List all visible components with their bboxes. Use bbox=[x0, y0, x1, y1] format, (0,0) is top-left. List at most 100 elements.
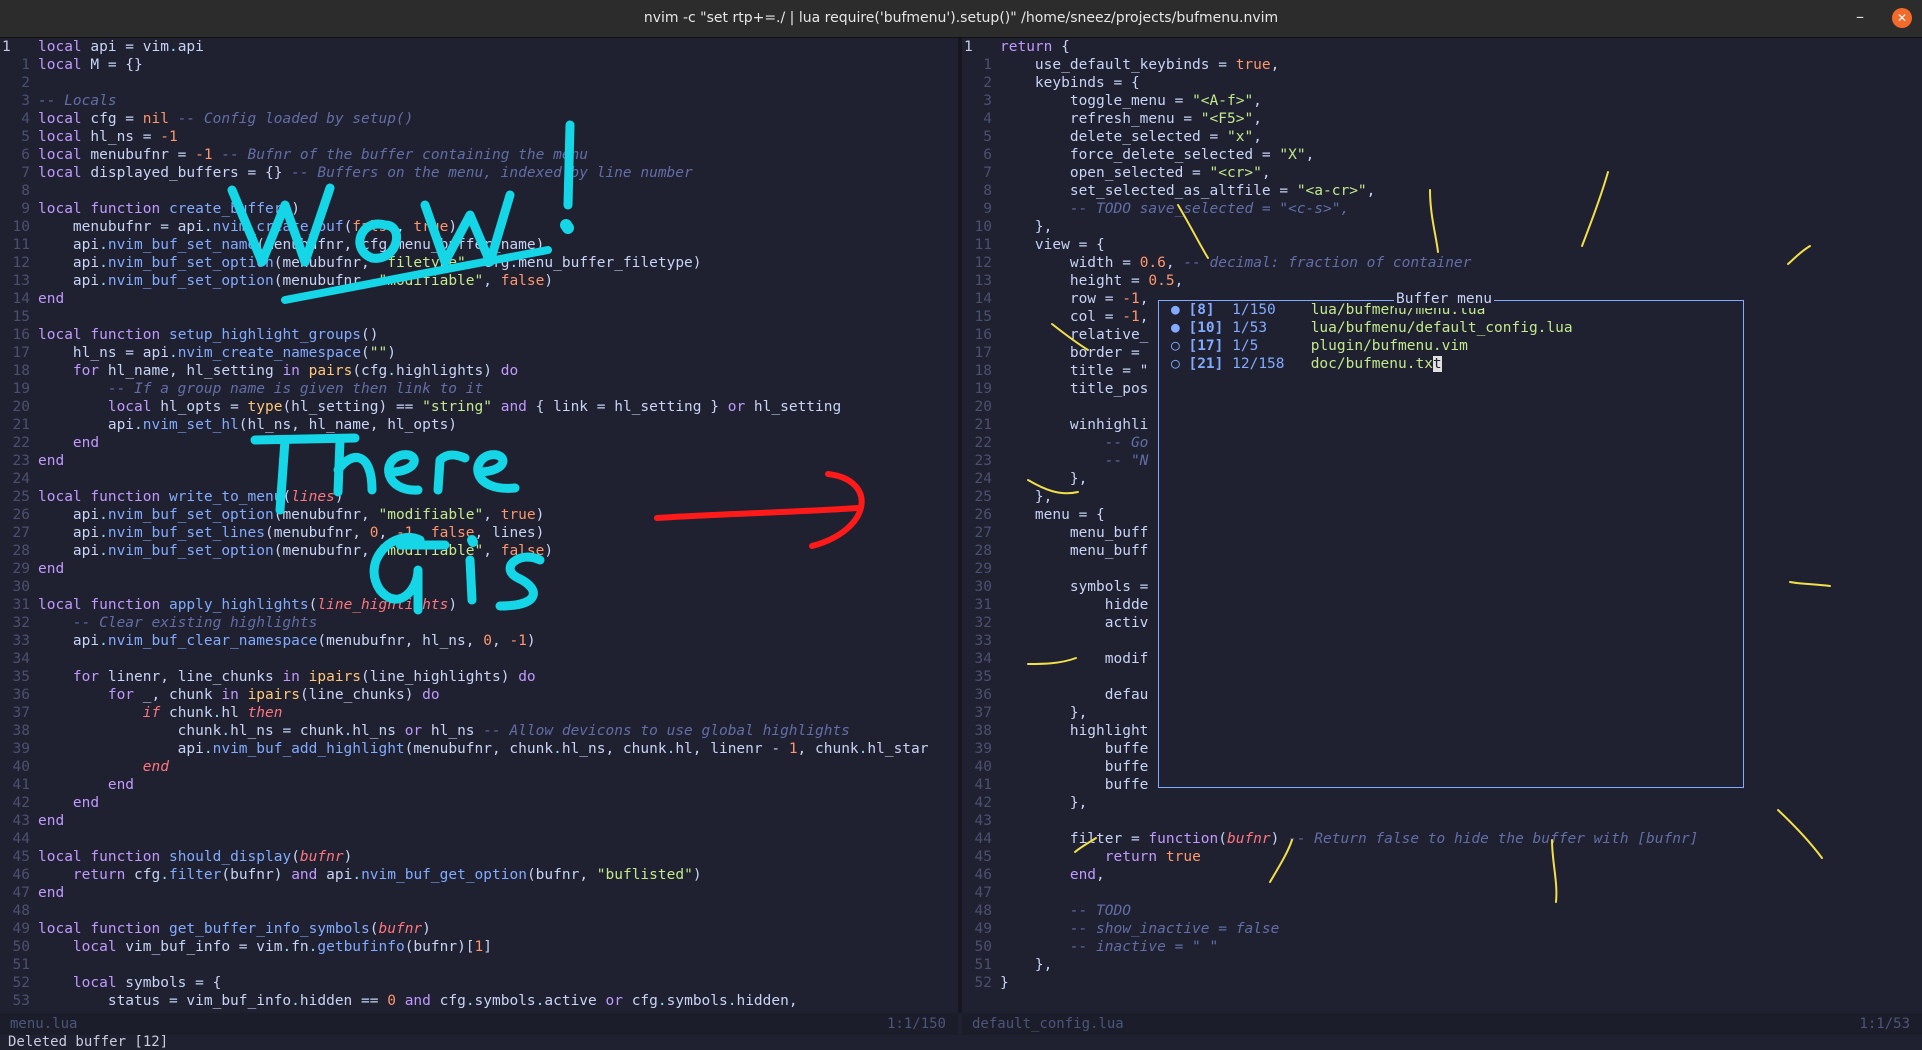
code-line[interactable]: 46 return cfg.filter(bufnr) and api.nvim… bbox=[0, 866, 958, 884]
code-line[interactable]: 34 bbox=[0, 650, 958, 668]
code-line[interactable]: 30 bbox=[0, 578, 958, 596]
code-line[interactable]: 1 return { bbox=[962, 38, 1922, 56]
code-token: }, bbox=[1000, 957, 1053, 973]
code-line[interactable]: 25 local function write_to_menu(lines) bbox=[0, 488, 958, 506]
code-line[interactable]: 3 -- Locals bbox=[0, 92, 958, 110]
code-line[interactable]: 17 hl_ns = api.nvim_create_namespace("") bbox=[0, 344, 958, 362]
code-line[interactable]: 23 end bbox=[0, 452, 958, 470]
code-line[interactable]: 43 end bbox=[0, 812, 958, 830]
line-number: 18 bbox=[12, 363, 30, 379]
code-token: . bbox=[99, 255, 108, 271]
code-line[interactable]: 35 for linenr, line_chunks in ipairs(lin… bbox=[0, 668, 958, 686]
minimize-button[interactable]: – bbox=[1848, 6, 1872, 30]
code-line[interactable]: 4 local cfg = nil -- Config loaded by set… bbox=[0, 110, 958, 128]
code-line[interactable]: 42 end bbox=[0, 794, 958, 812]
code-line[interactable]: 45 return true bbox=[962, 848, 1922, 866]
code-token: for bbox=[72, 669, 100, 685]
code-line[interactable]: 1 local M = {} bbox=[0, 56, 958, 74]
code-line[interactable]: 8 set_selected_as_altfile = "<a-cr>", bbox=[962, 182, 1922, 200]
code-line[interactable]: 8 bbox=[0, 182, 958, 200]
code-line[interactable]: 50 local vim_buf_info = vim.fn.getbufinf… bbox=[0, 938, 958, 956]
code-line[interactable]: 21 api.nvim_set_hl(hl_ns, hl_name, hl_op… bbox=[0, 416, 958, 434]
code-line[interactable]: 45 local function should_display(bufnr) bbox=[0, 848, 958, 866]
code-line[interactable]: 44 bbox=[0, 830, 958, 848]
code-line[interactable]: 51 }, bbox=[962, 956, 1922, 974]
code-line[interactable]: 12 width = 0.6, -- decimal: fraction of … bbox=[962, 254, 1922, 272]
code-line[interactable]: 16 local function setup_highlight_groups(… bbox=[0, 326, 958, 344]
code-line[interactable]: 49 -- show_inactive = false bbox=[962, 920, 1922, 938]
code-line[interactable]: 5 delete_selected = "x", bbox=[962, 128, 1922, 146]
code-token: end bbox=[107, 777, 135, 793]
code-line[interactable]: 4 refresh_menu = "<F5>", bbox=[962, 110, 1922, 128]
code-line[interactable]: 9 -- TODO save_selected = "<c-s>", bbox=[962, 200, 1922, 218]
code-line[interactable]: 48 bbox=[0, 902, 958, 920]
code-line[interactable]: 19 -- If a group name is given then link… bbox=[0, 380, 958, 398]
code-line[interactable]: 32 -- Clear existing highlights bbox=[0, 614, 958, 632]
code-line[interactable]: 50 -- inactive = " " bbox=[962, 938, 1922, 956]
code-line[interactable]: 27 api.nvim_buf_set_lines(menubufnr, 0, … bbox=[0, 524, 958, 542]
code-line[interactable]: 6 force_delete_selected = "X", bbox=[962, 146, 1922, 164]
code-line[interactable]: 36 for _, chunk in ipairs(line_chunks) d… bbox=[0, 686, 958, 704]
code-token: buffe bbox=[1000, 777, 1149, 793]
code-line[interactable]: 1 use_default_keybinds = true, bbox=[962, 56, 1922, 74]
code-line[interactable]: 39 api.nvim_buf_add_highlight(menubufnr,… bbox=[0, 740, 958, 758]
code-line[interactable]: 53 status = vim_buf_info.hidden == 0 and… bbox=[0, 992, 958, 1010]
code-line[interactable]: 44 filter = function(bufnr) -- Return fa… bbox=[962, 830, 1922, 848]
code-line[interactable]: 43 bbox=[962, 812, 1922, 830]
code-line[interactable]: 5 local hl_ns = -1 bbox=[0, 128, 958, 146]
code-line[interactable]: 22 end bbox=[0, 434, 958, 452]
code-line[interactable]: 28 api.nvim_buf_set_option(menubufnr, "m… bbox=[0, 542, 958, 560]
line-number: 39 bbox=[12, 741, 30, 757]
code-line[interactable]: 7 open_selected = "<cr>", bbox=[962, 164, 1922, 182]
code-line[interactable]: 11 api.nvim_buf_set_name(menubufnr, cfg.… bbox=[0, 236, 958, 254]
code-line[interactable]: 41 end bbox=[0, 776, 958, 794]
code-line[interactable]: 26 api.nvim_buf_set_option(menubufnr, "m… bbox=[0, 506, 958, 524]
code-line[interactable]: 38 chunk.hl_ns = chunk.hl_ns or hl_ns --… bbox=[0, 722, 958, 740]
code-line[interactable]: 29 end bbox=[0, 560, 958, 578]
code-line[interactable]: 51 bbox=[0, 956, 958, 974]
code-line[interactable]: 52} bbox=[962, 974, 1922, 992]
buffer-menu-item[interactable]: ○ [17] 1/5 plugin/bufmenu.vim bbox=[1159, 337, 1743, 355]
code-token: () bbox=[282, 201, 300, 217]
code-line[interactable]: 40 end bbox=[0, 758, 958, 776]
code-line[interactable]: 10 menubufnr = api.nvim_create_buf(false… bbox=[0, 218, 958, 236]
code-line[interactable]: 33 api.nvim_buf_clear_namespace(menubufn… bbox=[0, 632, 958, 650]
code-token: "modifiable" bbox=[378, 543, 484, 559]
code-line[interactable]: 46 end, bbox=[962, 866, 1922, 884]
code-token: cfg = bbox=[81, 111, 143, 127]
code-line[interactable]: 2 bbox=[0, 74, 958, 92]
code-line[interactable]: 47 bbox=[962, 884, 1922, 902]
code-line[interactable]: 13 height = 0.5, bbox=[962, 272, 1922, 290]
code-line[interactable]: 15 bbox=[0, 308, 958, 326]
code-line[interactable]: 11 view = { bbox=[962, 236, 1922, 254]
code-line[interactable]: 49 local function get_buffer_info_symbols… bbox=[0, 920, 958, 938]
code-line[interactable]: 7 local displayed_buffers = {} -- Buffers… bbox=[0, 164, 958, 182]
code-line[interactable]: 20 local hl_opts = type(hl_setting) == "… bbox=[0, 398, 958, 416]
code-line[interactable]: 18 for hl_name, hl_setting in pairs(cfg.… bbox=[0, 362, 958, 380]
code-line[interactable]: 48 -- TODO bbox=[962, 902, 1922, 920]
command-line[interactable]: Deleted buffer [12] bbox=[0, 1035, 1922, 1050]
code-line[interactable]: 9 local function create_buffer() bbox=[0, 200, 958, 218]
code-line[interactable]: 31 local function apply_highlights(line_h… bbox=[0, 596, 958, 614]
code-line[interactable]: 37 if chunk.hl then bbox=[0, 704, 958, 722]
code-line[interactable]: 52 local symbols = { bbox=[0, 974, 958, 992]
code-line[interactable]: 1 local api = vim.api bbox=[0, 38, 958, 56]
code-line[interactable]: 6 local menubufnr = -1 -- Bufnr of the bu… bbox=[0, 146, 958, 164]
buffer-menu-item[interactable]: ● [10] 1/53 lua/bufmenu/default_config.l… bbox=[1159, 319, 1743, 337]
code-line[interactable]: 12 api.nvim_buf_set_option(menubufnr, "f… bbox=[0, 254, 958, 272]
code-line[interactable]: 14 end bbox=[0, 290, 958, 308]
line-number: 21 bbox=[12, 417, 30, 433]
editor-pane-left[interactable]: 1 local api = vim.api 1 local M = {} 2 3 -- Lo… bbox=[0, 38, 958, 1013]
code-line[interactable]: 3 toggle_menu = "<A-f>", bbox=[962, 92, 1922, 110]
code-line[interactable]: 47 end bbox=[0, 884, 958, 902]
code-line[interactable]: 2 keybinds = { bbox=[962, 74, 1922, 92]
buffer-menu-item[interactable]: ○ [21] 12/158 doc/bufmenu.txt bbox=[1159, 355, 1743, 373]
code-line[interactable]: 13 api.nvim_buf_set_option(menubufnr, "m… bbox=[0, 272, 958, 290]
code-line[interactable]: 10 }, bbox=[962, 218, 1922, 236]
close-button[interactable]: ✕ bbox=[1892, 8, 1912, 28]
code-line[interactable]: 42 }, bbox=[962, 794, 1922, 812]
code-line[interactable]: 24 bbox=[0, 470, 958, 488]
